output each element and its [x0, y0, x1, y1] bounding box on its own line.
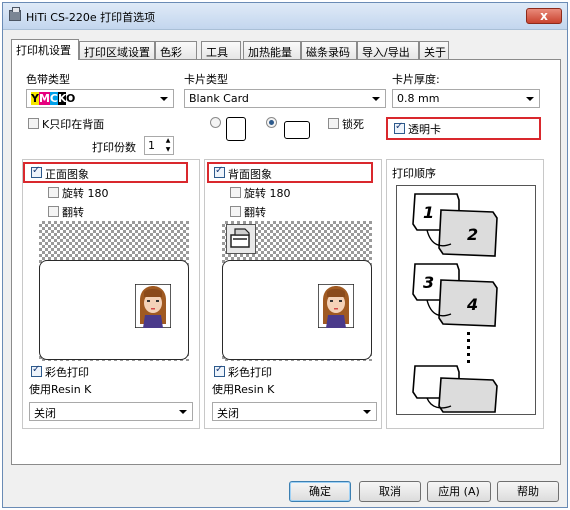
back-card-preview: [222, 260, 372, 360]
ribbon-k-swatch: K: [58, 92, 67, 105]
front-resin-label: 使用Resin K: [29, 383, 92, 396]
lock-label: 锁死: [342, 118, 364, 131]
tab-printer-settings[interactable]: 打印机设置: [11, 39, 79, 60]
transparent-card-checkbox[interactable]: [394, 121, 405, 134]
front-flip-checkbox[interactable]: [48, 206, 59, 217]
close-button[interactable]: x: [526, 8, 562, 24]
tab-about[interactable]: 关于: [419, 41, 449, 59]
ribbon-o-swatch: O: [66, 92, 76, 105]
card-number-2: 2: [467, 225, 478, 244]
back-resin-select[interactable]: 关闭: [212, 402, 377, 421]
portrait-photo-icon: [318, 284, 354, 328]
card-type-label: 卡片类型: [184, 73, 228, 86]
ribbon-y-swatch: Y: [31, 92, 39, 105]
card-number-1: 1: [423, 203, 434, 222]
back-flip-label: 翻转: [244, 206, 266, 219]
tab-heat-energy[interactable]: 加热能量: [243, 41, 301, 59]
back-color-print-checkbox[interactable]: [214, 364, 225, 377]
tab-color[interactable]: 色彩: [155, 41, 197, 59]
front-image-checkbox[interactable]: [31, 165, 42, 178]
chevron-down-icon: [372, 97, 380, 101]
ribbon-m-swatch: M: [38, 92, 50, 105]
portrait-radio[interactable]: [210, 117, 221, 128]
title-bar: HiTi CS-220e 打印首选项 x: [3, 3, 567, 30]
copies-stepper[interactable]: 1 ▲ ▼: [144, 136, 174, 155]
card-number-4: 4: [466, 295, 478, 314]
help-button[interactable]: 帮助: [497, 481, 559, 502]
chevron-down-icon: [160, 97, 168, 101]
front-image-label: 正面图象: [45, 168, 89, 181]
chevron-down-icon: [363, 410, 371, 414]
back-color-print-label: 彩色打印: [228, 366, 272, 379]
front-color-print-checkbox[interactable]: [31, 364, 42, 377]
settings-panel: 色带类型 卡片类型 卡片厚度: YMCKO Blank Card 0.8 mm …: [11, 59, 561, 465]
ribbon-c-swatch: C: [49, 92, 58, 105]
back-rotate-label: 旋转 180: [244, 187, 291, 200]
printing-preferences-window: HiTi CS-220e 打印首选项 x 打印机设置 打印区域设置 色彩 工具 …: [2, 2, 568, 508]
portrait-card-icon: [226, 117, 246, 141]
card-thickness-value: 0.8 mm: [397, 92, 440, 105]
front-resin-value: 关闭: [34, 407, 56, 420]
cancel-button[interactable]: 取消: [359, 481, 421, 502]
front-rotate-label: 旋转 180: [62, 187, 109, 200]
card-type-select[interactable]: Blank Card: [184, 89, 386, 108]
tab-print-area[interactable]: 打印区域设置: [79, 41, 155, 59]
card-thickness-select[interactable]: 0.8 mm: [392, 89, 540, 108]
ok-button[interactable]: 确定: [289, 481, 351, 502]
transparent-card-icon: [226, 224, 256, 254]
window-title: HiTi CS-220e 打印首选项: [26, 11, 156, 24]
card-pair-n: [412, 365, 498, 413]
front-flip-label: 翻转: [62, 206, 84, 219]
portrait-photo-icon: [135, 284, 171, 328]
front-color-print-label: 彩色打印: [45, 366, 89, 379]
transparent-card-label: 透明卡: [408, 123, 441, 136]
k-only-back-checkbox[interactable]: [28, 118, 39, 129]
print-order-illustration: 1 2 3 4: [412, 193, 498, 413]
apply-button[interactable]: 应用 (A): [427, 481, 491, 502]
card-pair-1: 1 2: [412, 193, 498, 257]
ribbon-type-label: 色带类型: [26, 73, 70, 86]
decrement-icon[interactable]: ▼: [163, 146, 173, 154]
tab-tools[interactable]: 工具: [201, 41, 241, 59]
print-order-title: 打印顺序: [392, 167, 436, 180]
continuation-dots: [467, 332, 470, 363]
print-order-diagram: 1 2 3 4: [396, 185, 536, 415]
lock-checkbox[interactable]: [328, 118, 339, 129]
copies-label: 打印份数: [92, 141, 136, 154]
card-pair-2: 3 4: [412, 263, 498, 327]
back-resin-value: 关闭: [217, 407, 239, 420]
ribbon-type-select[interactable]: YMCKO: [26, 89, 174, 108]
back-image-checkbox[interactable]: [214, 165, 225, 178]
card-thickness-label: 卡片厚度:: [392, 73, 440, 86]
back-flip-checkbox[interactable]: [230, 206, 241, 217]
landscape-radio[interactable]: [266, 117, 277, 128]
back-rotate-checkbox[interactable]: [230, 187, 241, 198]
tab-import-export[interactable]: 导入/导出: [357, 41, 419, 59]
back-image-label: 背面图象: [228, 168, 272, 181]
k-only-back-label: K只印在背面: [42, 118, 105, 131]
landscape-card-icon: [284, 121, 310, 139]
card-type-value: Blank Card: [189, 92, 249, 105]
card-number-3: 3: [423, 273, 434, 292]
increment-icon[interactable]: ▲: [163, 137, 173, 145]
printer-icon: [9, 7, 21, 21]
chevron-down-icon: [179, 410, 187, 414]
front-rotate-checkbox[interactable]: [48, 187, 59, 198]
copies-value: 1: [148, 139, 155, 152]
front-card-preview: [39, 260, 189, 360]
front-resin-select[interactable]: 关闭: [29, 402, 193, 421]
chevron-down-icon: [526, 97, 534, 101]
tab-magnetic-encoding[interactable]: 磁条录码: [301, 41, 357, 59]
back-resin-label: 使用Resin K: [212, 383, 275, 396]
